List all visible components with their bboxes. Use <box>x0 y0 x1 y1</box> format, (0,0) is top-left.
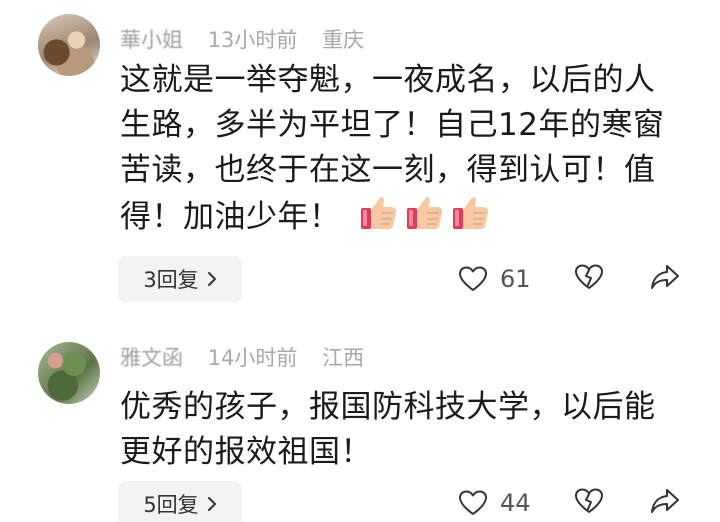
thumbs-up-icon <box>406 197 442 229</box>
emoji-group <box>359 193 497 246</box>
comment-meta: 雅文函 14小时前 江西 <box>120 342 382 372</box>
share-icon <box>651 489 679 513</box>
avatar[interactable] <box>38 14 100 76</box>
timestamp: 13小时前 <box>207 28 298 52</box>
heart-icon <box>459 266 487 291</box>
reply-count-label: 5回复 <box>143 493 199 517</box>
avatar[interactable] <box>38 342 100 404</box>
reply-button[interactable]: 5回复 <box>118 481 242 522</box>
broken-heart-icon <box>575 264 603 289</box>
thumbs-up-icon <box>360 197 396 229</box>
comment-meta: 華小姐 13小时前 重庆 <box>120 24 382 54</box>
comment-text: 优秀的孩子，报国防科技大学，以后能更好的报效祖国！ <box>120 385 680 475</box>
timestamp: 14小时前 <box>207 346 298 370</box>
like-count: 61 <box>500 265 531 293</box>
username[interactable]: 華小姐 <box>120 28 183 52</box>
like-button[interactable]: 44 <box>458 489 568 517</box>
share-button[interactable] <box>650 263 680 295</box>
chevron-right-icon <box>207 497 216 511</box>
comment-item: 雅文函 14小时前 江西 优秀的孩子，报国防科技大学，以后能更好的报效祖国！ 5… <box>0 320 720 522</box>
comment-actions: 61 <box>458 259 688 299</box>
comment-text: 这就是一举夺魁，一夜成名，以后的人生路，多半为平坦了！自己12年的寒窗苦读，也终… <box>120 58 680 246</box>
dislike-button[interactable] <box>574 263 604 295</box>
location: 江西 <box>322 346 365 370</box>
comment-actions: 44 <box>458 483 688 522</box>
share-button[interactable] <box>650 487 680 519</box>
username[interactable]: 雅文函 <box>120 346 183 370</box>
location: 重庆 <box>322 28 365 52</box>
thumbs-up-icon <box>452 197 488 229</box>
share-icon <box>651 265 679 289</box>
comment-list: 華小姐 13小时前 重庆 这就是一举夺魁，一夜成名，以后的人生路，多半为平坦了！… <box>0 0 720 522</box>
reply-count-label: 3回复 <box>143 268 199 292</box>
dislike-button[interactable] <box>574 487 604 519</box>
heart-icon <box>459 490 487 515</box>
like-button[interactable]: 61 <box>458 265 568 293</box>
comment-body: 优秀的孩子，报国防科技大学，以后能更好的报效祖国！ <box>120 389 656 470</box>
chevron-right-icon <box>207 272 216 286</box>
broken-heart-icon <box>575 488 603 513</box>
reply-button[interactable]: 3回复 <box>118 256 242 302</box>
comment-item: 華小姐 13小时前 重庆 这就是一举夺魁，一夜成名，以后的人生路，多半为平坦了！… <box>0 0 720 320</box>
like-count: 44 <box>500 489 531 517</box>
